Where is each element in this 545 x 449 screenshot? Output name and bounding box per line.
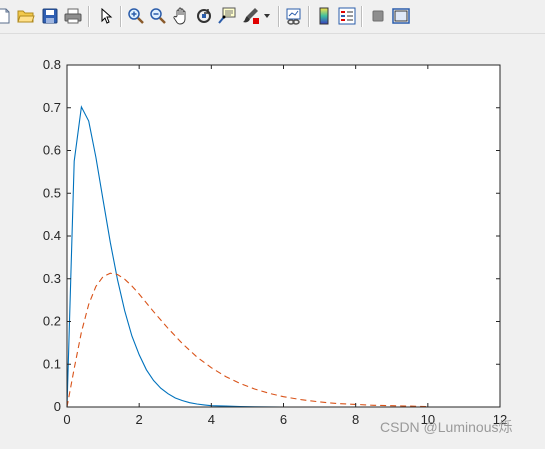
folder-open-icon[interactable] [16,6,36,26]
y-tick-label: 0.8 [43,57,61,72]
link-plot-icon[interactable] [284,6,304,26]
y-tick-label: 0.4 [43,228,61,243]
toolbar-separator [308,6,310,27]
data-cursor-icon[interactable] [217,6,237,26]
save-icon[interactable] [40,6,60,26]
x-tick-label: 4 [208,412,215,427]
y-tick-label: 0.6 [43,143,61,158]
figure-canvas: 0 2 4 6 8 10 12 0 0.1 0.2 0.3 0.4 0.5 0.6 0.7 0.8 [0,34,545,444]
y-tick-label: 0.3 [43,271,61,286]
line-chart[interactable]: 0 2 4 6 8 10 1200.10.20.30.40.50.60.70.8 [0,34,545,444]
rotate-icon[interactable] [194,6,214,26]
toolbar-separator [120,6,122,27]
figure-toolbar [0,0,545,34]
y-tick-label: 0.1 [43,356,61,371]
zoom-in-icon[interactable] [126,6,146,26]
toolbar-separator [278,6,280,27]
show-tools-icon[interactable] [391,6,411,26]
x-tick-label: 0 [63,412,70,427]
new-file-icon[interactable] [0,6,14,26]
axes-background [67,65,500,407]
watermark-text: CSDN @Luminous烁 [380,419,513,435]
x-tick-label: 8 [352,412,359,427]
x-tick-label: 6 [280,412,287,427]
y-tick-label: 0.5 [43,185,61,200]
pointer-arrow-icon[interactable] [96,6,116,26]
x-tick-label: 2 [136,412,143,427]
y-tick-label: 0.7 [43,100,61,115]
y-tick-label: 0 [54,399,61,414]
chevron-down-icon[interactable] [262,6,272,26]
toolbar-separator [88,6,90,27]
brush-icon[interactable] [241,6,261,26]
y-tick-label: 0.2 [43,314,61,329]
toolbar-separator [361,6,363,27]
legend-icon[interactable] [337,6,357,26]
colorbar-icon[interactable] [314,6,334,26]
hide-tools-icon[interactable] [368,6,388,26]
hand-icon[interactable] [171,6,191,26]
printer-icon[interactable] [63,6,83,26]
zoom-out-icon[interactable] [148,6,168,26]
